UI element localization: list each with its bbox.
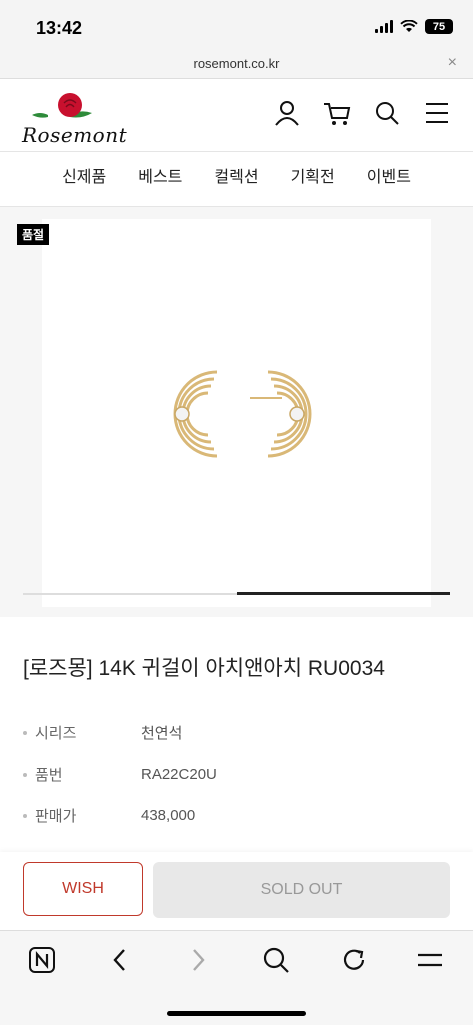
close-icon[interactable]: ×: [448, 54, 457, 72]
product-gallery[interactable]: 품절: [0, 207, 473, 617]
info-value: 천연석: [141, 725, 183, 742]
site-header: Rosemont: [0, 79, 473, 152]
status-icons: 75: [375, 19, 453, 34]
wifi-icon: [400, 20, 418, 32]
info-value: RA22C20U: [141, 766, 217, 783]
battery-icon: 75: [425, 19, 453, 34]
naver-home-icon[interactable]: [27, 945, 57, 975]
search-icon[interactable]: [373, 99, 401, 127]
cart-icon[interactable]: [323, 99, 351, 127]
brand-wordmark: Rosemont: [22, 123, 128, 147]
nav-item-new[interactable]: 신제품: [46, 152, 122, 206]
product-title: [로즈몽] 14K 귀걸이 아치앤아치 RU0034: [23, 657, 385, 680]
user-icon[interactable]: [273, 99, 301, 127]
back-icon[interactable]: [105, 945, 135, 975]
url-text[interactable]: rosemont.co.kr: [0, 56, 473, 71]
home-indicator: [167, 1011, 306, 1016]
brand-logo[interactable]: Rosemont: [22, 89, 127, 147]
rose-icon: [32, 93, 92, 118]
status-bar: 13:42 75: [0, 0, 473, 52]
earring-image: [173, 370, 312, 458]
info-label: 판매가: [35, 808, 77, 825]
search-icon[interactable]: [261, 945, 291, 975]
browser-url-bar[interactable]: rosemont.co.kr ×: [0, 52, 473, 79]
info-row-price: 판매가 438,000: [23, 805, 195, 826]
nav-item-exhibition[interactable]: 기획전: [275, 152, 351, 206]
nav-item-event[interactable]: 이벤트: [351, 152, 427, 206]
status-time: 13:42: [36, 18, 83, 38]
info-label: 시리즈: [35, 725, 77, 742]
nav-item-collection[interactable]: 컬렉션: [198, 152, 274, 206]
purchase-bar: WISH SOLD OUT: [0, 852, 473, 930]
slide-progress-fill: [236, 592, 450, 595]
product-image[interactable]: [42, 219, 431, 607]
nav-item-best[interactable]: 베스트: [122, 152, 198, 206]
category-nav: 신제품 베스트 컬렉션 기획전 이벤트: [0, 152, 473, 207]
info-label: 품번: [35, 767, 63, 784]
info-row-series: 시리즈 천연석: [23, 722, 182, 743]
forward-icon: [183, 945, 213, 975]
wish-button[interactable]: WISH: [23, 862, 143, 916]
info-value: 438,000: [141, 807, 196, 824]
menu-icon[interactable]: [415, 945, 445, 975]
sold-out-button: SOLD OUT: [153, 862, 450, 918]
sold-out-badge: 품절: [17, 224, 50, 245]
signal-icon: [375, 20, 393, 33]
menu-icon[interactable]: [423, 99, 451, 127]
info-row-code: 품번 RA22C20U: [23, 764, 217, 785]
browser-toolbar: [0, 930, 473, 1025]
refresh-icon[interactable]: [339, 945, 369, 975]
slide-progress: [23, 592, 450, 595]
